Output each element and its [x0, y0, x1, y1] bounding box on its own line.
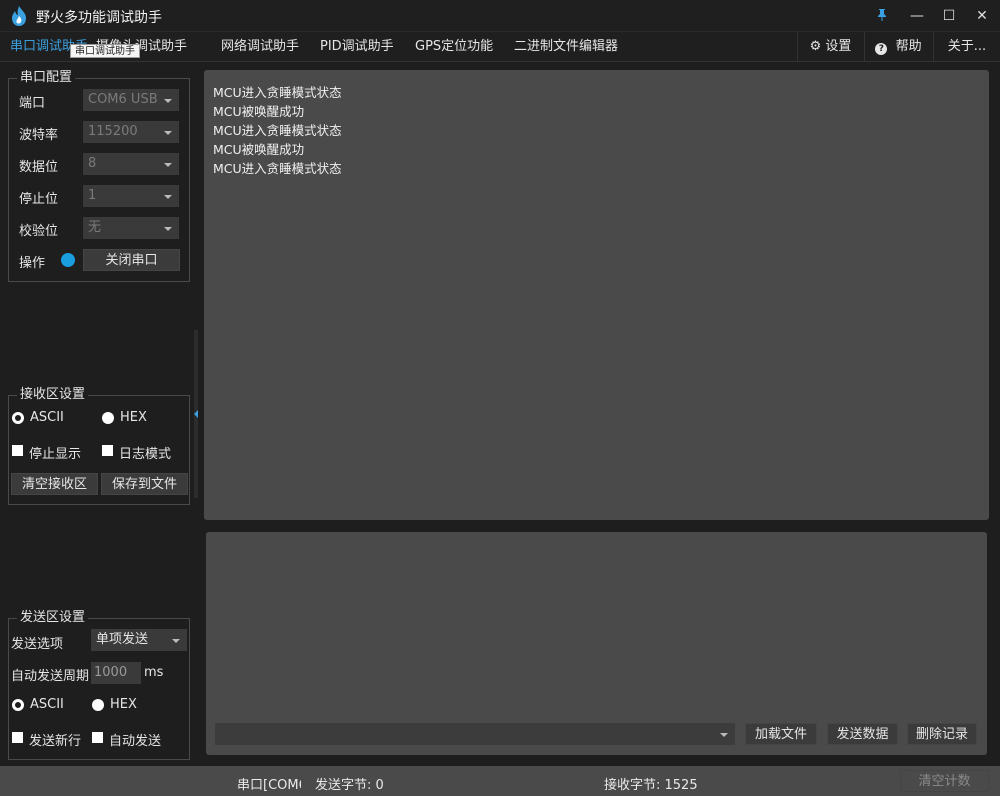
send-data-button[interactable]: 发送数据 [827, 723, 898, 745]
recv-ascii-label: ASCII [30, 410, 64, 425]
tab-pid-debug[interactable]: PID调试助手 [320, 32, 394, 62]
status-received-bytes: 接收字节: 1525 [604, 778, 698, 793]
collapse-arrow-icon[interactable] [194, 410, 198, 418]
send-option-label: 发送选项 [11, 637, 64, 652]
help-icon: ? [875, 43, 888, 55]
gear-icon: ⚙ [809, 39, 822, 54]
stopbits-label: 停止位 [19, 192, 59, 207]
receive-line: MCU进入贪睡模式状态 [213, 123, 342, 138]
receive-line: MCU被唤醒成功 [213, 104, 305, 119]
send-area[interactable] [206, 532, 987, 755]
recv-settings-title: 接收区设置 [17, 387, 89, 403]
port-select[interactable]: COM6 USB [83, 89, 179, 111]
help-button[interactable]: ? 帮助 [864, 32, 932, 62]
send-newline-label: 发送新行 [29, 734, 82, 749]
send-hex-radio[interactable] [92, 699, 104, 711]
tab-tooltip: 串口调试助手 [70, 44, 140, 58]
databits-select[interactable]: 8 [83, 153, 179, 175]
close-port-button[interactable]: 关闭串口 [83, 249, 180, 271]
log-mode-checkbox[interactable] [102, 445, 113, 456]
maximize-button[interactable]: ☐ [933, 0, 965, 32]
period-unit-label: ms [144, 665, 164, 680]
flame-logo-icon [12, 6, 26, 26]
clear-count-button[interactable]: 清空计数 [900, 770, 989, 792]
chevron-down-icon [164, 131, 172, 135]
tab-gps[interactable]: GPS定位功能 [415, 32, 493, 62]
send-ascii-label: ASCII [30, 697, 64, 712]
serial-config-title: 串口配置 [17, 70, 76, 86]
auto-send-label: 自动发送 [109, 734, 162, 749]
send-settings-title: 发送区设置 [17, 610, 89, 626]
chevron-down-icon [164, 195, 172, 199]
window-title: 野火多功能调试助手 [36, 10, 162, 26]
port-label: 端口 [19, 96, 46, 111]
chevron-down-icon [164, 163, 172, 167]
receive-line: MCU进入贪睡模式状态 [213, 161, 342, 176]
stop-display-label: 停止显示 [29, 447, 82, 462]
tab-binary-editor[interactable]: 二进制文件编辑器 [514, 32, 618, 62]
auto-period-input[interactable]: 1000 [91, 662, 141, 684]
status-bar: 串口[COM6 发送字节: 0 接收字节: 1525 清空计数 [0, 766, 1000, 796]
send-hex-label: HEX [110, 697, 137, 712]
chevron-down-icon [720, 733, 728, 737]
auto-period-label: 自动发送周期 [11, 669, 90, 684]
about-button[interactable]: 关于... [933, 32, 1000, 62]
send-ascii-radio[interactable] [12, 699, 24, 711]
settings-button[interactable]: ⚙ 设置 [797, 32, 863, 62]
pin-icon[interactable] [866, 0, 898, 32]
log-mode-label: 日志模式 [119, 447, 172, 462]
stop-display-checkbox[interactable] [12, 445, 23, 456]
auto-send-checkbox[interactable] [92, 732, 103, 743]
send-history-select[interactable] [215, 723, 735, 745]
stopbits-select[interactable]: 1 [83, 185, 179, 207]
baud-select[interactable]: 115200 [83, 121, 179, 143]
status-sent-bytes: 发送字节: 0 [315, 778, 384, 793]
send-option-select[interactable]: 单项发送 [91, 629, 187, 651]
operation-label: 操作 [19, 256, 46, 271]
title-bar: 野火多功能调试助手 — ☐ ✕ [0, 0, 1000, 32]
close-button[interactable]: ✕ [966, 0, 998, 32]
receive-line: MCU进入贪睡模式状态 [213, 85, 342, 100]
chevron-down-icon [164, 227, 172, 231]
save-to-file-button[interactable]: 保存到文件 [101, 473, 188, 495]
chevron-down-icon [164, 99, 172, 103]
receive-area[interactable]: MCU进入贪睡模式状态 MCU被唤醒成功 MCU进入贪睡模式状态 MCU被唤醒成… [204, 70, 989, 520]
clear-recv-button[interactable]: 清空接收区 [11, 473, 98, 495]
minimize-button[interactable]: — [901, 0, 933, 32]
send-newline-checkbox[interactable] [12, 732, 23, 743]
parity-label: 校验位 [19, 224, 59, 239]
databits-label: 数据位 [19, 160, 59, 175]
baud-label: 波特率 [19, 128, 59, 143]
receive-line: MCU被唤醒成功 [213, 142, 305, 157]
recv-hex-label: HEX [120, 410, 147, 425]
parity-select[interactable]: 无 [83, 217, 179, 239]
port-status-indicator [61, 253, 75, 267]
recv-ascii-radio[interactable] [12, 412, 24, 424]
load-file-button[interactable]: 加载文件 [745, 723, 817, 745]
delete-record-button[interactable]: 删除记录 [907, 723, 977, 745]
status-port: 串口[COM6 [237, 778, 301, 793]
tab-network-debug[interactable]: 网络调试助手 [221, 32, 299, 62]
recv-hex-radio[interactable] [102, 412, 114, 424]
chevron-down-icon [172, 639, 180, 643]
